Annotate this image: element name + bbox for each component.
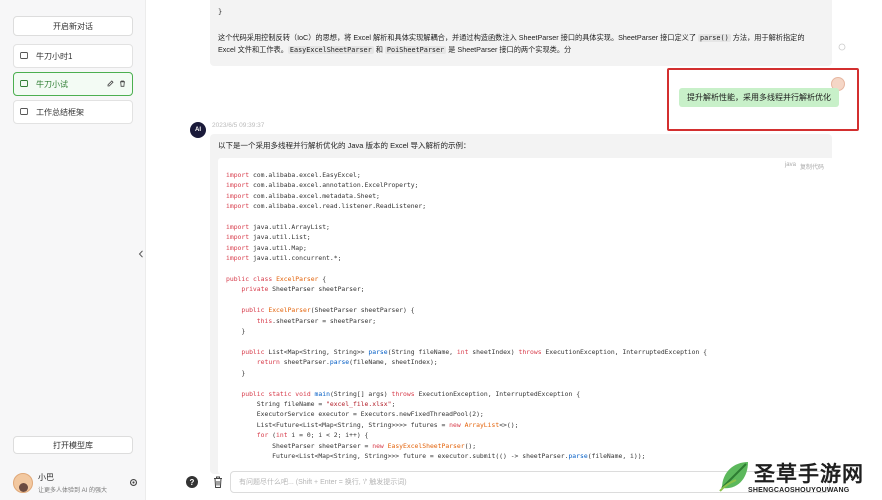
edit-icon[interactable] [107,79,114,89]
inline-code: parse() [698,34,731,42]
sidebar: 开启新对话 牛刀小时1 牛刀小试 工作总结框架 打开模型库 小巴 让更多人体验到… [0,0,146,500]
code-line: List<Future<List<Map<String, String>>>> … [226,420,519,429]
code-line: import com.alibaba.excel.annotation.Exce… [226,181,419,190]
ai-avatar: AI [190,122,206,138]
chat-area: } 这个代码采用控制反转（IoC）的思想，将 Excel 解析和具体实现解耦合，… [146,0,882,500]
code-line: public class ExcelParser { [226,275,327,284]
code-line: } [226,368,246,377]
conversation-title: 牛刀小试 [36,79,68,89]
leaf-logo-icon [719,462,748,492]
code-line: import com.alibaba.excel.metadata.Sheet; [226,191,380,200]
chat-icon [20,80,28,88]
code-line: Future<List<Map<String, String>>> future… [226,451,646,460]
copy-code-button[interactable]: 复制代码 [800,162,824,171]
ai-message-bubble: 以下是一个采用多线程并行解析优化的 Java 版本的 Excel 导入解析的示例… [210,134,834,474]
code-block: java 复制代码 import com.alibaba.excel.EasyE… [218,158,834,474]
clear-icon[interactable] [212,475,224,489]
conversation-title: 工作总结框架 [36,107,84,117]
new-chat-button[interactable]: 开启新对话 [13,16,133,36]
conversation-item[interactable]: 牛刀小时1 [13,44,133,68]
code-header: java 复制代码 [785,162,824,171]
chat-icon [20,52,28,60]
chat-icon [20,108,28,116]
message-text: 是 SheetParser 接口的两个实现类。分 [446,45,572,54]
message-text: 和 [373,45,385,54]
gear-icon[interactable] [129,478,138,489]
user-info: 小巴 让更多人体验到 AI 的强大 [38,472,107,494]
ai-intro-text: 以下是一个采用多线程并行解析优化的 Java 版本的 Excel 导入解析的示例… [218,141,471,150]
conversation-title: 牛刀小时1 [36,51,73,61]
code-line: import java.util.concurrent.*; [226,254,342,263]
code-line: ExecutorService executor = Executors.new… [226,410,484,419]
code-content: import com.alibaba.excel.EasyExcel; impor… [226,170,707,461]
code-line: } [226,327,246,336]
message-text: 这个代码采用控制反转（IoC）的思想，将 Excel 解析和具体实现解耦合，并通… [218,33,699,42]
conversation-item-active[interactable]: 牛刀小试 [13,72,133,96]
code-tail: } [218,8,223,16]
delete-icon[interactable] [119,80,126,89]
copy-icon[interactable] [838,43,846,51]
user-subtitle: 让更多人体验到 AI 的强大 [38,488,108,494]
code-line: String fileName = "excel_file.xlsx"; [226,399,396,408]
inline-code: PoiSheetParser [384,46,447,54]
watermark-logo: 圣草手游网 SHENGCAOSHOUYOUWANG [710,452,882,500]
avatar [13,473,33,493]
inline-code: EasyExcelSheetParser [287,46,374,54]
message-timestamp: 2023/6/5 09:39:37 [212,122,265,129]
code-line: import java.util.List; [226,233,311,242]
code-line: this.sheetParser = sheetParser; [256,316,377,325]
code-line: public ExcelParser(SheetParser sheetPars… [241,306,415,315]
code-line: private SheetParser sheetParser; [241,285,365,294]
previous-ai-message: } 这个代码采用控制反转（IoC）的思想，将 Excel 解析和具体实现解耦合，… [210,0,832,66]
user-name: 小巴 [38,473,54,482]
help-icon[interactable]: ? [186,476,198,488]
code-line: import java.util.ArrayList; [226,223,330,232]
watermark-cn: 圣草手游网 [754,462,864,486]
code-line: SheetParser sheetParser = new EasyExcelS… [226,441,477,450]
code-line: import com.alibaba.excel.read.listener.R… [226,202,427,211]
conversation-item[interactable]: 工作总结框架 [13,100,133,124]
code-line: import java.util.Map; [226,243,307,252]
code-line: public static void main(String[] args) t… [241,389,581,398]
code-language: java [784,162,796,168]
conversation-actions [107,79,126,89]
user-profile[interactable]: 小巴 让更多人体验到 AI 的强大 [13,470,138,496]
collapse-sidebar-icon[interactable] [136,246,146,262]
code-line: return sheetParser.parse(fileName, sheet… [256,358,438,367]
code-line: public List<Map<String, String>> parse(S… [241,347,708,356]
code-line: for (int i = 0; i < 2; i++) { [256,431,369,440]
open-model-library-button[interactable]: 打开模型库 [13,436,133,454]
watermark-en: SHENGCAOSHOUYOUWANG [748,487,850,494]
app: 开启新对话 牛刀小时1 牛刀小试 工作总结框架 打开模型库 小巴 让更多人体验到… [0,0,882,500]
user-message-bubble: 提升解析性能，采用多线程并行解析优化 [679,88,839,107]
code-line: import com.alibaba.excel.EasyExcel; [226,171,361,179]
